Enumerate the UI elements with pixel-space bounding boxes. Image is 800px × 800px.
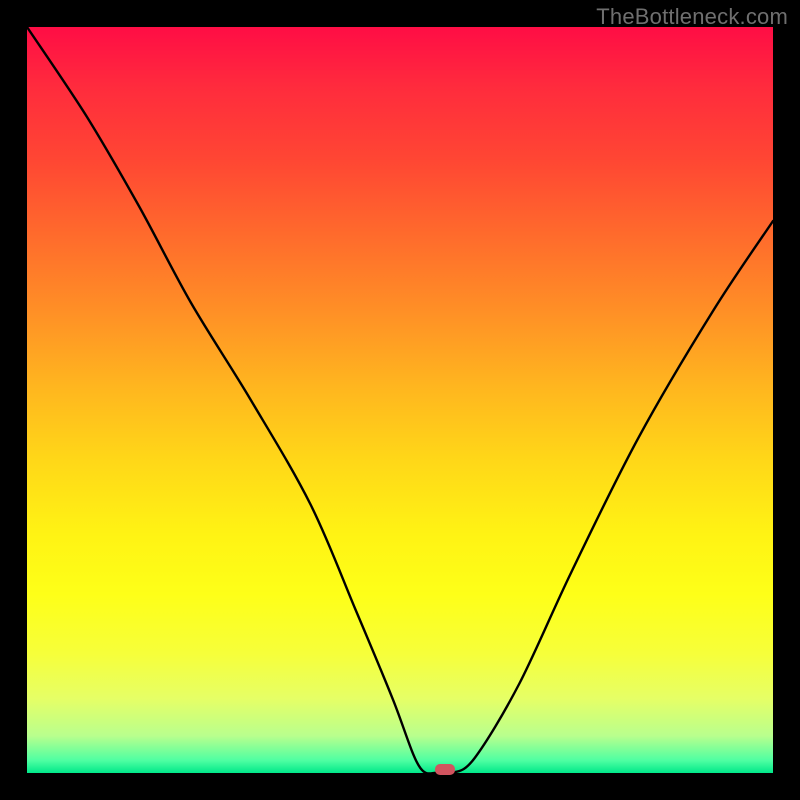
watermark-text: TheBottleneck.com: [596, 4, 788, 30]
chart-frame: TheBottleneck.com: [0, 0, 800, 800]
optimum-marker: [435, 764, 455, 775]
plot-area: [27, 27, 773, 773]
